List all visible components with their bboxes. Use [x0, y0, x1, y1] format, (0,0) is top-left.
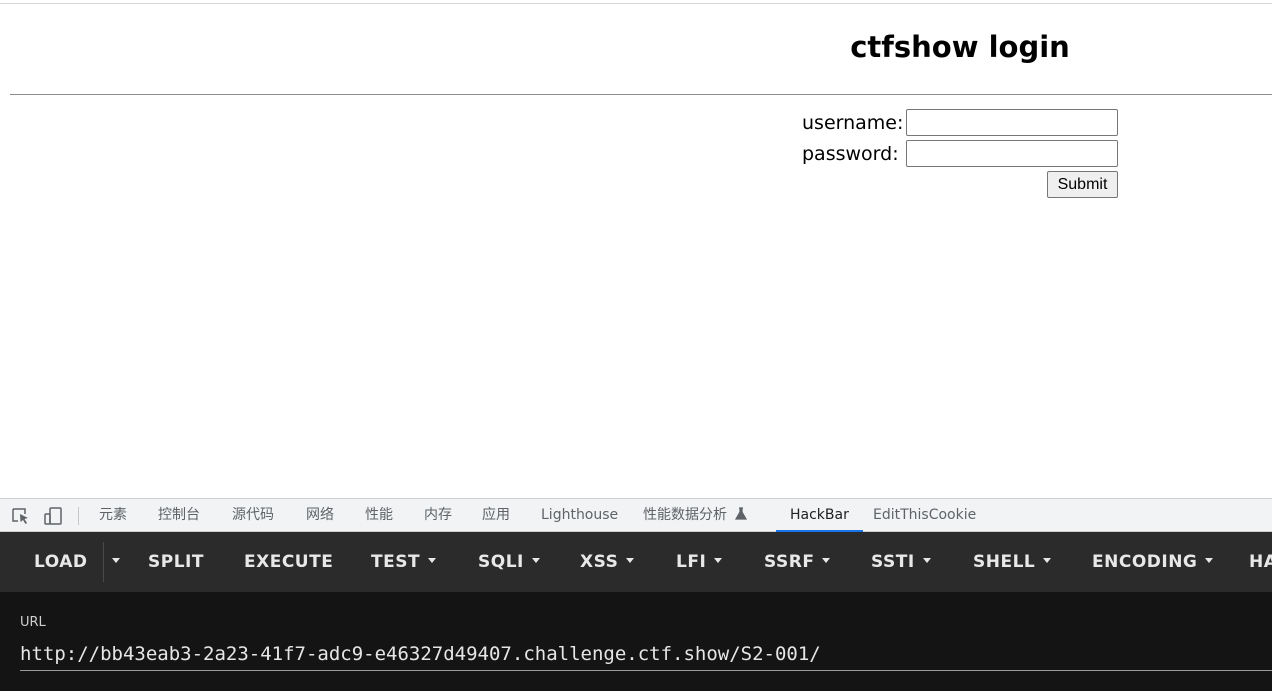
tab-network[interactable]: 网络: [306, 499, 334, 532]
horizontal-rule: [10, 94, 1272, 95]
execute-button[interactable]: EXECUTE: [244, 532, 333, 592]
username-row: username:: [802, 109, 1118, 136]
chevron-down-icon: [112, 557, 120, 563]
page-title: ctfshow login: [850, 30, 1070, 64]
devtools-separator: [78, 507, 79, 525]
shell-menu-button[interactable]: SHELL: [973, 532, 1052, 592]
encoding-menu-button[interactable]: ENCODING: [1092, 532, 1214, 592]
page-top-border: [0, 3, 1272, 4]
sqli-menu-button[interactable]: SQLI: [478, 532, 540, 592]
tab-memory[interactable]: 内存: [424, 499, 452, 532]
load-button[interactable]: LOAD: [34, 532, 88, 592]
username-label: username:: [802, 111, 904, 134]
test-menu-label: TEST: [371, 552, 421, 572]
chevron-down-icon: [1043, 557, 1052, 563]
url-label: URL: [20, 615, 46, 630]
ssti-menu-label: SSTI: [871, 552, 915, 572]
device-toolbar-icon[interactable]: [44, 507, 64, 525]
hackbar-url-panel: URL http://bb43eab3-2a23-41f7-adc9-e4632…: [0, 592, 1272, 691]
encoding-menu-label: ENCODING: [1092, 552, 1198, 572]
submit-button[interactable]: Submit: [1047, 171, 1118, 198]
tab-performance-insights[interactable]: 性能数据分析: [643, 499, 748, 532]
xss-menu-button[interactable]: XSS: [580, 532, 635, 592]
lfi-menu-label: LFI: [676, 552, 707, 572]
tab-performance[interactable]: 性能: [365, 499, 393, 532]
chevron-down-icon: [1205, 557, 1214, 563]
ssti-menu-button[interactable]: SSTI: [871, 532, 931, 592]
ssrf-menu-button[interactable]: SSRF: [764, 532, 831, 592]
chevron-down-icon: [428, 557, 437, 563]
password-label: password:: [802, 142, 899, 165]
tab-application[interactable]: 应用: [482, 499, 510, 532]
url-input-underline: [20, 670, 1272, 671]
chevron-down-icon: [626, 557, 635, 563]
username-input[interactable]: [906, 109, 1118, 136]
hackbar-toolbar: LOAD SPLIT EXECUTE TEST SQLI XSS LFI SSR…: [0, 532, 1272, 592]
flask-icon: [735, 507, 748, 520]
lfi-menu-button[interactable]: LFI: [676, 532, 723, 592]
tab-lighthouse[interactable]: Lighthouse: [541, 499, 618, 532]
url-input[interactable]: http://bb43eab3-2a23-41f7-adc9-e46327d49…: [20, 643, 1272, 665]
inspect-element-icon[interactable]: [11, 507, 31, 525]
tab-sources[interactable]: 源代码: [232, 499, 274, 532]
chevron-down-icon: [922, 557, 931, 563]
tab-elements[interactable]: 元素: [99, 499, 127, 532]
chevron-down-icon: [714, 557, 723, 563]
password-row: password:: [802, 140, 1118, 167]
split-button[interactable]: SPLIT: [148, 532, 204, 592]
chevron-down-icon: [531, 557, 540, 563]
tab-hackbar[interactable]: HackBar: [776, 499, 863, 532]
sqli-menu-label: SQLI: [478, 552, 524, 572]
tab-console[interactable]: 控制台: [158, 499, 200, 532]
tab-editthiscookie[interactable]: EditThisCookie: [873, 499, 976, 532]
devtools-tab-bar: 元素 控制台 源代码 网络 性能 内存 应用 Lighthouse 性能数据分析…: [0, 498, 1272, 532]
load-dropdown-toggle[interactable]: [104, 532, 120, 592]
hashing-menu-button[interactable]: HA: [1249, 532, 1272, 592]
test-menu-button[interactable]: TEST: [371, 532, 437, 592]
ssrf-menu-label: SSRF: [764, 552, 815, 572]
password-input[interactable]: [906, 140, 1118, 167]
chevron-down-icon: [822, 557, 831, 563]
xss-menu-label: XSS: [580, 552, 619, 572]
shell-menu-label: SHELL: [973, 552, 1036, 572]
tab-performance-insights-label: 性能数据分析: [643, 507, 727, 523]
